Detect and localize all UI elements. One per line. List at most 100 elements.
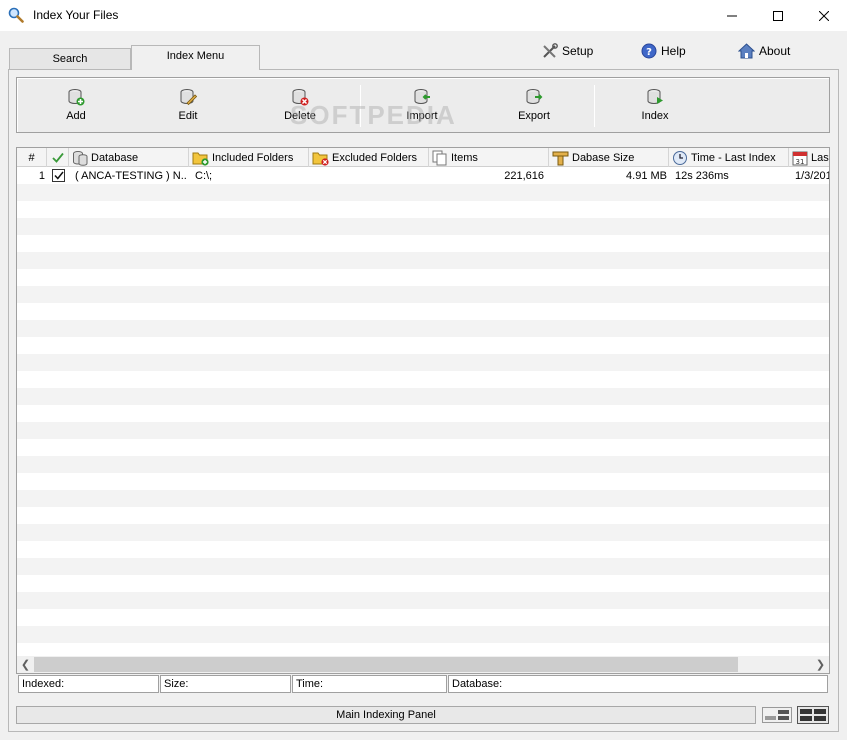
database-field: Database:: [448, 675, 828, 693]
svg-text:?: ?: [646, 47, 652, 58]
size-field: Size:: [160, 675, 291, 693]
scroll-right-arrow[interactable]: ❯: [812, 656, 829, 673]
maximize-button[interactable]: [755, 0, 801, 31]
column-time-label: Time - Last Index: [691, 151, 776, 164]
about-label: About: [759, 44, 791, 58]
grid-stripe: [17, 422, 829, 439]
column-header-time-last-index[interactable]: Time - Last Index: [669, 148, 789, 167]
size-icon: [552, 151, 569, 165]
column-last-label: Last: [811, 151, 830, 164]
svg-text:31: 31: [796, 158, 805, 166]
databases-icon: [73, 150, 88, 166]
window-title: Index Your Files: [33, 8, 119, 22]
database-add-icon: [68, 89, 85, 106]
import-label: Import: [406, 110, 438, 122]
minimize-button[interactable]: [709, 0, 755, 31]
minimize-icon: [727, 15, 737, 16]
column-included-label: Included Folders: [212, 151, 294, 164]
database-index-icon: [647, 89, 663, 104]
layout-full-button[interactable]: [797, 705, 829, 725]
about-link[interactable]: About: [738, 42, 790, 60]
edit-label: Edit: [178, 110, 198, 122]
scroll-left-arrow[interactable]: ❮: [17, 656, 34, 673]
row-items: 221,616: [504, 169, 544, 182]
database-grid[interactable]: # Database Included Folders Excluded Fol…: [16, 147, 830, 674]
checkmark-icon: [51, 152, 64, 163]
title-bar: Index Your Files: [0, 0, 847, 31]
indexed-field: Indexed:: [18, 675, 159, 693]
row-database: ( ANCA-TESTING ) N...: [75, 169, 187, 182]
column-header-database[interactable]: Database: [69, 148, 189, 167]
grid-stripe: [17, 558, 829, 575]
column-header-excluded-folders[interactable]: Excluded Folders: [309, 148, 429, 167]
column-header-size[interactable]: Dabase Size: [549, 148, 669, 167]
layout-split-icon: [762, 707, 792, 723]
time-field: Time:: [292, 675, 447, 693]
clock-icon: [673, 150, 687, 165]
column-size-label: Dabase Size: [572, 151, 635, 164]
grid-stripe: [17, 490, 829, 507]
table-row[interactable]: 1 ( ANCA-TESTING ) N... C:\; 221,616 4.9…: [17, 167, 830, 184]
scrollbar-thumb[interactable]: [34, 657, 738, 672]
import-button[interactable]: Import: [382, 88, 462, 122]
help-icon: ?: [641, 43, 657, 59]
column-database-label: Database: [91, 151, 139, 164]
grid-stripe: [17, 218, 829, 235]
grid-rows-background: [17, 167, 829, 658]
database-import-icon: [414, 89, 430, 104]
grid-stripe: [17, 286, 829, 303]
column-header-last[interactable]: 31 Last: [789, 148, 830, 167]
add-label: Add: [66, 110, 86, 122]
magnifier-app-icon: [8, 7, 24, 23]
column-header-checked[interactable]: [47, 148, 69, 167]
grid-header: # Database Included Folders Excluded Fol…: [17, 148, 830, 167]
grid-stripe: [17, 388, 829, 405]
checkmark-icon: [53, 171, 64, 180]
calendar-icon: 31: [792, 151, 808, 166]
column-items-label: Items: [451, 151, 478, 164]
tab-index-menu[interactable]: Index Menu: [131, 45, 260, 70]
setup-label: Setup: [562, 44, 594, 58]
toolbar: Add Edit Delete Import Export Index: [16, 77, 830, 133]
grid-stripe: [17, 252, 829, 269]
column-header-items[interactable]: Items: [429, 148, 549, 167]
grid-stripe: [17, 456, 829, 473]
delete-label: Delete: [284, 110, 316, 122]
grid-stripe: [17, 592, 829, 609]
grid-stripe: [17, 524, 829, 541]
row-number: 1: [38, 169, 45, 182]
column-number-label: #: [28, 151, 35, 164]
close-icon: [819, 10, 829, 21]
export-button[interactable]: Export: [494, 88, 574, 122]
maximize-icon: [773, 10, 783, 21]
index-button[interactable]: Index: [615, 88, 695, 122]
column-excluded-label: Excluded Folders: [332, 151, 417, 164]
row-included-folders: C:\;: [195, 169, 213, 182]
status-panel: Main Indexing Panel: [16, 706, 756, 724]
setup-link[interactable]: Setup: [542, 42, 593, 60]
toolbar-separator: [360, 85, 361, 127]
database-edit-icon: [180, 89, 197, 106]
help-label: Help: [661, 44, 686, 58]
row-checkbox-box[interactable]: [52, 169, 65, 182]
pages-icon: [432, 150, 447, 165]
help-link[interactable]: ? Help: [641, 42, 686, 60]
row-time-last-index: 12s 236ms: [675, 169, 729, 182]
add-button[interactable]: Add: [36, 88, 116, 122]
layout-split-button[interactable]: [761, 705, 793, 725]
close-button[interactable]: [801, 0, 847, 31]
row-last: 1/3/201: [795, 169, 830, 182]
grid-stripe: [17, 320, 829, 337]
layout-full-icon: [797, 706, 829, 724]
horizontal-scrollbar[interactable]: ❮ ❯: [17, 656, 829, 673]
grid-stripe: [17, 354, 829, 371]
tab-search[interactable]: Search: [9, 48, 131, 70]
grid-stripe: [17, 184, 829, 201]
index-label: Index: [641, 110, 669, 122]
column-header-included-folders[interactable]: Included Folders: [189, 148, 309, 167]
database-export-icon: [526, 89, 543, 104]
column-header-number[interactable]: #: [17, 148, 47, 167]
delete-button[interactable]: Delete: [260, 88, 340, 122]
row-checkbox[interactable]: [52, 167, 66, 184]
edit-button[interactable]: Edit: [148, 88, 228, 122]
